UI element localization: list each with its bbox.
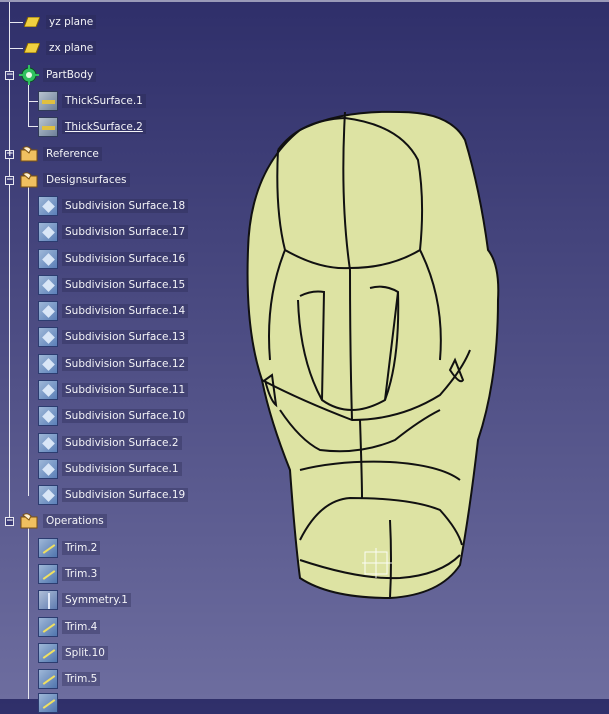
tree-item-designsurfaces[interactable]: Designsurfaces xyxy=(19,169,130,191)
tree-item-label: Subdivision Surface.17 xyxy=(62,225,189,239)
tree-item-trim-2[interactable]: Trim.2 xyxy=(38,537,101,559)
tree-item-label: zx plane xyxy=(46,41,97,55)
subdivision-surface-icon xyxy=(38,485,58,505)
tree-item-label: Subdivision Surface.14 xyxy=(62,304,189,318)
subdivision-surface-icon xyxy=(38,196,58,216)
tree-item-label: Subdivision Surface.13 xyxy=(62,330,189,344)
tree-branch-line xyxy=(28,101,38,102)
tree-item-subdivision-surface-11[interactable]: Subdivision Surface.11 xyxy=(38,379,189,401)
tree-item-partbody[interactable]: PartBody xyxy=(19,64,97,86)
tree-item-trim-4[interactable]: Trim.4 xyxy=(38,616,101,638)
tree-item-yz-plane[interactable]: yz plane xyxy=(24,11,97,33)
tree-item-subdivision-surface-16[interactable]: Subdivision Surface.16 xyxy=(38,248,189,270)
tree-item-subdivision-surface-12[interactable]: Subdivision Surface.12 xyxy=(38,353,189,375)
tree-item-label: ThickSurface.2 xyxy=(62,120,146,134)
hand-folder-icon xyxy=(20,172,38,188)
tree-item-subdivision-surface-2[interactable]: Subdivision Surface.2 xyxy=(38,432,182,454)
specification-tree[interactable]: − + − − yz plane zx plane PartBody Thick… xyxy=(0,0,240,713)
tree-branch-line xyxy=(9,22,23,23)
tree-item-zx-plane[interactable]: zx plane xyxy=(24,37,97,59)
plane-icon xyxy=(24,17,40,27)
tree-item-label: Subdivision Surface.10 xyxy=(62,409,189,423)
hand-folder-icon xyxy=(20,146,38,162)
symmetry-icon xyxy=(38,590,58,610)
tree-item-label: PartBody xyxy=(43,68,97,82)
tree-item-split-10[interactable]: Split.10 xyxy=(38,642,108,664)
tree-item-label: Subdivision Surface.15 xyxy=(62,278,189,292)
tree-item-label: Operations xyxy=(43,514,107,528)
compass-cursor-icon xyxy=(362,548,392,578)
tree-item-subdivision-surface-14[interactable]: Subdivision Surface.14 xyxy=(38,300,189,322)
model-silhouette xyxy=(246,110,500,600)
hand-folder-icon xyxy=(20,513,38,529)
collapse-partbody-toggle[interactable]: − xyxy=(5,71,14,80)
expand-reference-toggle[interactable]: + xyxy=(5,150,14,159)
tree-item-label: ThickSurface.1 xyxy=(62,94,146,108)
subdivision-surface-icon xyxy=(38,354,58,374)
subdivision-surface-icon xyxy=(38,275,58,295)
tree-item-symmetry-1[interactable]: Symmetry.1 xyxy=(38,589,131,611)
tree-item-label: Designsurfaces xyxy=(43,173,130,187)
tree-item-subdivision-surface-15[interactable]: Subdivision Surface.15 xyxy=(38,274,189,296)
subdivision-surface-icon xyxy=(38,222,58,242)
subdivision-surface-icon xyxy=(38,459,58,479)
tree-item-subdivision-surface-19[interactable]: Subdivision Surface.19 xyxy=(38,484,189,506)
tree-item-partial xyxy=(38,692,62,714)
split-icon xyxy=(38,643,58,663)
subdivision-surface-icon xyxy=(38,249,58,269)
tree-item-reference[interactable]: Reference xyxy=(19,143,102,165)
gear-icon xyxy=(19,65,39,85)
operations-child-line xyxy=(28,528,29,699)
model-edge xyxy=(389,519,392,599)
tree-item-trim-3[interactable]: Trim.3 xyxy=(38,563,101,585)
subdivision-surface-icon xyxy=(38,301,58,321)
tree-item-thicksurface-1[interactable]: ThickSurface.1 xyxy=(38,90,146,112)
tree-item-label: Reference xyxy=(43,147,102,161)
tree-item-label: yz plane xyxy=(46,15,97,29)
tree-item-subdivision-surface-18[interactable]: Subdivision Surface.18 xyxy=(38,195,189,217)
tree-item-operations[interactable]: Operations xyxy=(19,510,107,532)
tree-item-subdivision-surface-17[interactable]: Subdivision Surface.17 xyxy=(38,221,189,243)
subdivision-surface-icon xyxy=(38,433,58,453)
trim-icon xyxy=(38,693,58,713)
trim-icon xyxy=(38,538,58,558)
tree-item-label: Trim.3 xyxy=(62,567,101,581)
tree-item-label: Subdivision Surface.19 xyxy=(62,488,189,502)
trim-icon xyxy=(38,669,58,689)
tree-item-label: Symmetry.1 xyxy=(62,593,131,607)
thick-surface-icon xyxy=(38,91,58,111)
tree-item-subdivision-surface-1[interactable]: Subdivision Surface.1 xyxy=(38,458,182,480)
tree-item-subdivision-surface-10[interactable]: Subdivision Surface.10 xyxy=(38,405,189,427)
tree-item-label: Trim.2 xyxy=(62,541,101,555)
collapse-designsurfaces-toggle[interactable]: − xyxy=(5,176,14,185)
subdivision-surface-icon xyxy=(38,380,58,400)
tree-item-label: Trim.5 xyxy=(62,672,101,686)
tree-item-label: Subdivision Surface.18 xyxy=(62,199,189,213)
tree-item-label: Subdivision Surface.2 xyxy=(62,436,182,450)
tree-item-subdivision-surface-13[interactable]: Subdivision Surface.13 xyxy=(38,326,189,348)
partbody-child-line xyxy=(28,82,29,126)
tree-item-thicksurface-2[interactable]: ThickSurface.2 xyxy=(38,116,146,138)
3d-viewport-model[interactable] xyxy=(240,80,540,620)
tree-item-label: Split.10 xyxy=(62,646,108,660)
trim-icon xyxy=(38,617,58,637)
tree-item-label: Subdivision Surface.16 xyxy=(62,252,189,266)
tree-item-label: Subdivision Surface.12 xyxy=(62,357,189,371)
tree-item-trim-5[interactable]: Trim.5 xyxy=(38,668,101,690)
head-shaped-surface-model xyxy=(246,110,500,600)
tree-branch-line xyxy=(9,48,23,49)
designsurfaces-child-line xyxy=(28,186,29,496)
plane-icon xyxy=(24,43,40,53)
tree-item-label: Subdivision Surface.11 xyxy=(62,383,189,397)
subdivision-surface-icon xyxy=(38,406,58,426)
subdivision-surface-icon xyxy=(38,327,58,347)
thick-surface-icon xyxy=(38,117,58,137)
tree-branch-line xyxy=(28,126,38,127)
tree-item-label: Trim.4 xyxy=(62,620,101,634)
collapse-operations-toggle[interactable]: − xyxy=(5,517,14,526)
trim-icon xyxy=(38,564,58,584)
tree-item-label: Subdivision Surface.1 xyxy=(62,462,182,476)
